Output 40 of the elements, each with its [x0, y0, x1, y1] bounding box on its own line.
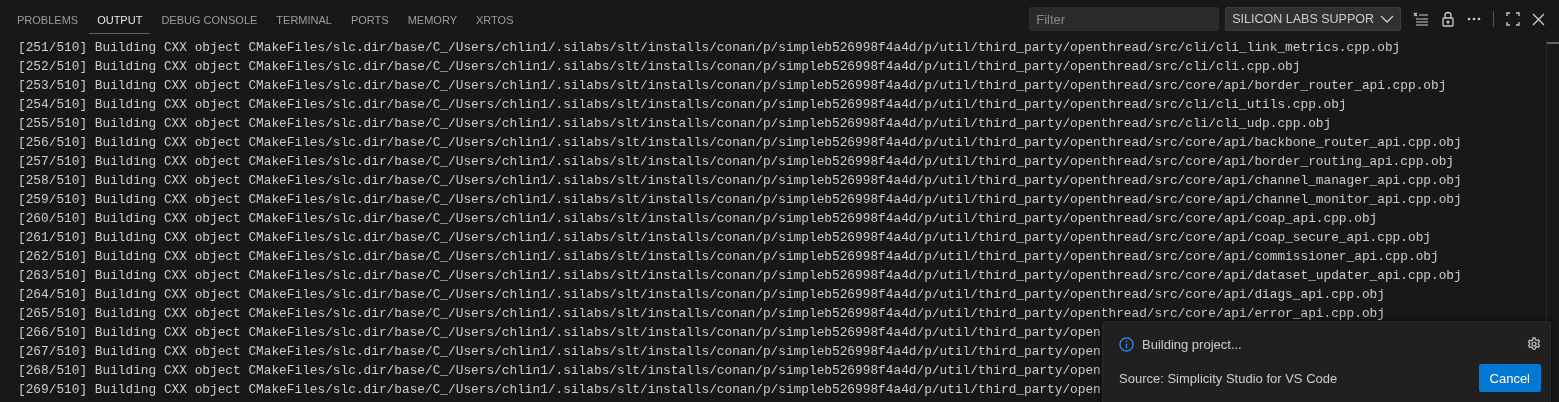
output-line: [267/510] Building CXX object CMakeFiles/slc.dir/base/C_/Users/chlin1/.silabs/slt/installs/conan/p/simpleb526998f4a4d/p/util/third_party/open	[18, 343, 1101, 361]
panel-tab[interactable]: PORTS	[342, 4, 397, 34]
output-line: [269/510] Building CXX object CMakeFiles/slc.dir/base/C_/Users/chlin1/.silabs/slt/installs/conan/p/simpleb526998f4a4d/p/util/third_party/open	[18, 381, 1101, 399]
output-line: [259/510] Building CXX object CMakeFiles/slc.dir/base/C_/Users/chlin1/.silabs/slt/installs/conan/p/simpleb526998f4a4d/p/util/third_party/openthread/src/core/api/channel_monitor_api.cpp.obj	[18, 191, 1462, 209]
output-line: [254/510] Building CXX object CMakeFiles/slc.dir/base/C_/Users/chlin1/.silabs/slt/installs/conan/p/simpleb526998f4a4d/p/util/third_party/openthread/src/cli/cli_utils.cpp.obj	[18, 96, 1347, 114]
output-line: [260/510] Building CXX object CMakeFiles/slc.dir/base/C_/Users/chlin1/.silabs/slt/installs/conan/p/simpleb526998f4a4d/p/util/third_party/openthread/src/core/api/coap_api.cpp.obj	[18, 210, 1378, 228]
output-line: [265/510] Building CXX object CMakeFiles/slc.dir/base/C_/Users/chlin1/.silabs/slt/installs/conan/p/simpleb526998f4a4d/p/util/third_party/openthread/src/core/api/error_api.cpp.obj	[18, 305, 1385, 323]
panel-tab[interactable]: OUTPUT	[89, 4, 151, 34]
output-line: [256/510] Building CXX object CMakeFiles/slc.dir/base/C_/Users/chlin1/.silabs/slt/installs/conan/p/simpleb526998f4a4d/p/util/third_party/openthread/src/core/api/backbone_router_api.cpp.obj	[18, 134, 1462, 152]
panel-tab[interactable]: PROBLEMS	[9, 4, 87, 34]
close-icon[interactable]	[1532, 12, 1545, 26]
output-line: [253/510] Building CXX object CMakeFiles/slc.dir/base/C_/Users/chlin1/.silabs/slt/installs/conan/p/simpleb526998f4a4d/p/util/third_party/openthread/src/core/api/border_router_api.cpp.obj	[18, 77, 1447, 95]
info-icon	[1119, 336, 1134, 352]
output-line: [266/510] Building CXX object CMakeFiles/slc.dir/base/C_/Users/chlin1/.silabs/slt/installs/conan/p/simpleb526998f4a4d/p/util/third_party/open	[18, 324, 1101, 342]
scroll-thumb[interactable]	[1547, 42, 1559, 44]
output-line: [251/510] Building CXX object CMakeFiles/slc.dir/base/C_/Users/chlin1/.silabs/slt/installs/conan/p/simpleb526998f4a4d/p/util/third_party/openthread/src/cli/cli_link_metrics.cpp.obj	[18, 39, 1401, 57]
output-line: [264/510] Building CXX object CMakeFiles/slc.dir/base/C_/Users/chlin1/.silabs/slt/installs/conan/p/simpleb526998f4a4d/p/util/third_party/openthread/src/core/api/diags_api.cpp.obj	[18, 286, 1385, 304]
chevron-down-icon	[1380, 15, 1394, 23]
output-line: [257/510] Building CXX object CMakeFiles/slc.dir/base/C_/Users/chlin1/.silabs/slt/installs/conan/p/simpleb526998f4a4d/p/util/third_party/openthread/src/core/api/border_routing_api.cpp.obj	[18, 153, 1455, 171]
output-line: [255/510] Building CXX object CMakeFiles/slc.dir/base/C_/Users/chlin1/.silabs/slt/installs/conan/p/simpleb526998f4a4d/p/util/third_party/openthread/src/cli/cli_udp.cpp.obj	[18, 115, 1332, 133]
maximize-icon[interactable]	[1506, 12, 1520, 26]
panel-tab[interactable]: DEBUG CONSOLE	[153, 4, 266, 34]
notification-message: Building project...	[1142, 336, 1243, 352]
output-line: [262/510] Building CXX object CMakeFiles/slc.dir/base/C_/Users/chlin1/.silabs/slt/installs/conan/p/simpleb526998f4a4d/p/util/third_party/openthread/src/core/api/commissioner_api.cpp.obj	[18, 248, 1439, 266]
channel-dropdown[interactable]: SILICON LABS SUPPOR	[1225, 7, 1401, 31]
clear-output-icon[interactable]	[1413, 11, 1429, 27]
filter-field[interactable]: Filter	[1029, 7, 1220, 31]
lock-icon[interactable]	[1441, 11, 1455, 27]
cancel-button[interactable]: Cancel	[1478, 364, 1541, 392]
output-line: [268/510] Building CXX object CMakeFiles/slc.dir/base/C_/Users/chlin1/.silabs/slt/installs/conan/p/simpleb526998f4a4d/p/util/third_party/open	[18, 362, 1101, 380]
output-line: [252/510] Building CXX object CMakeFiles/slc.dir/base/C_/Users/chlin1/.silabs/slt/installs/conan/p/simpleb526998f4a4d/p/util/third_party/openthread/src/cli/cli.cpp.obj	[18, 58, 1301, 76]
output-line: [258/510] Building CXX object CMakeFiles/slc.dir/base/C_/Users/chlin1/.silabs/slt/installs/conan/p/simpleb526998f4a4d/p/util/third_party/openthread/src/core/api/channel_manager_api.cpp.obj	[18, 172, 1462, 190]
output-line: [263/510] Building CXX object CMakeFiles/slc.dir/base/C_/Users/chlin1/.silabs/slt/installs/conan/p/simpleb526998f4a4d/p/util/third_party/openthread/src/core/api/dataset_updater_api.cpp.obj	[18, 267, 1462, 285]
panel-tab[interactable]: TERMINAL	[268, 4, 340, 34]
settings-icon[interactable]	[1527, 337, 1541, 351]
notification-source: Source: Simplicity Studio for VS Code	[1119, 370, 1338, 386]
panel-tab[interactable]: MEMORY	[399, 4, 465, 34]
output-line: [261/510] Building CXX object CMakeFiles/slc.dir/base/C_/Users/chlin1/.silabs/slt/installs/conan/p/simpleb526998f4a4d/p/util/third_party/openthread/src/core/api/coap_secure_api.cpp.obj	[18, 229, 1431, 247]
more-icon[interactable]	[1467, 17, 1481, 21]
panel-tab[interactable]: XRTOS	[468, 4, 522, 34]
